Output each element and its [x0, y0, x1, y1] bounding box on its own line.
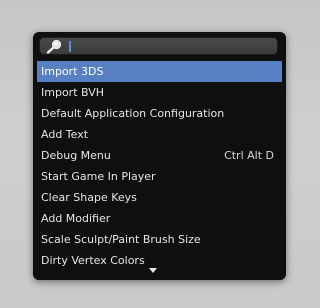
menu-item-label: Add Modifier [41, 212, 111, 225]
menu-item-label: Default Application Configuration [41, 107, 225, 120]
menu-item-label: Import BVH [41, 86, 105, 99]
menu-item-debug-menu[interactable]: Debug Menu Ctrl Alt D [37, 145, 282, 166]
search-results-list: Import 3DS Import BVH Default Applicatio… [37, 61, 282, 271]
menu-item-label: Debug Menu [41, 149, 111, 162]
menu-item-label: Start Game In Player [41, 170, 156, 183]
menu-item-shortcut: Ctrl Alt D [224, 149, 274, 162]
search-icon [45, 38, 65, 54]
search-input[interactable] [39, 37, 278, 55]
menu-item-label: Clear Shape Keys [41, 191, 137, 204]
menu-item-scale-brush-size[interactable]: Scale Sculpt/Paint Brush Size [37, 229, 282, 250]
menu-item-dirty-vertex-colors[interactable]: Dirty Vertex Colors [37, 250, 282, 271]
menu-item-start-game[interactable]: Start Game In Player [37, 166, 282, 187]
operator-search-popup: Import 3DS Import BVH Default Applicatio… [33, 32, 286, 280]
menu-item-label: Add Text [41, 128, 89, 141]
menu-item-add-text[interactable]: Add Text [37, 124, 282, 145]
menu-item-import-bvh[interactable]: Import BVH [37, 82, 282, 103]
menu-item-label: Dirty Vertex Colors [41, 254, 145, 267]
text-cursor [69, 41, 71, 52]
menu-item-default-app-config[interactable]: Default Application Configuration [37, 103, 282, 124]
menu-item-import-3ds[interactable]: Import 3DS [37, 61, 282, 82]
menu-item-add-modifier[interactable]: Add Modifier [37, 208, 282, 229]
menu-item-clear-shape-keys[interactable]: Clear Shape Keys [37, 187, 282, 208]
menu-item-label: Scale Sculpt/Paint Brush Size [41, 233, 201, 246]
chevron-down-icon[interactable] [149, 268, 157, 273]
menu-item-label: Import 3DS [41, 65, 104, 78]
